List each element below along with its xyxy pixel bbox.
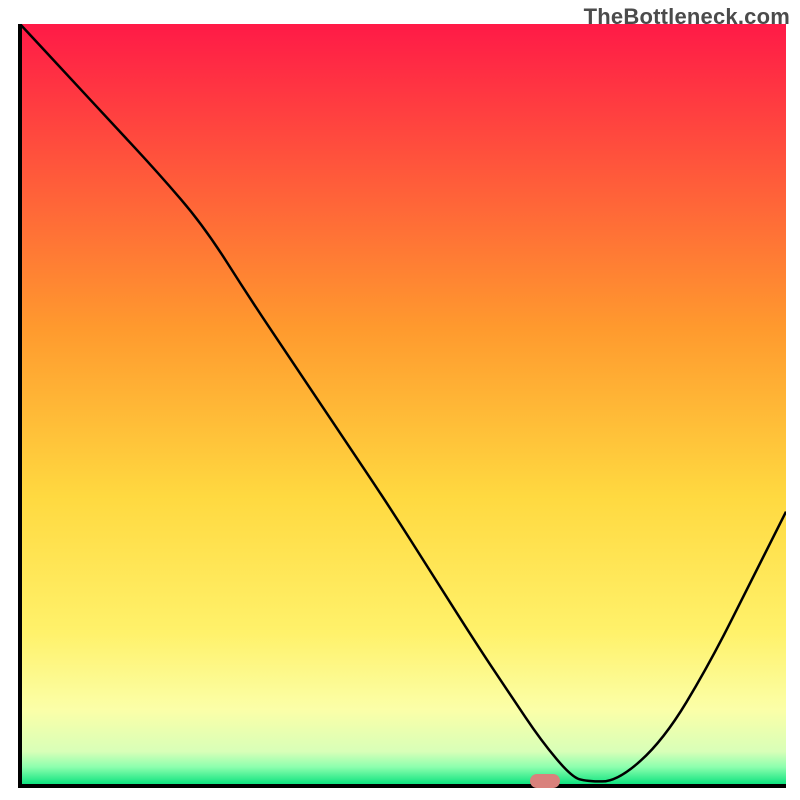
gradient-background — [20, 24, 786, 786]
chart-container: TheBottleneck.com — [0, 0, 800, 800]
bottleneck-plot — [0, 0, 800, 800]
optimal-point-marker — [530, 774, 560, 788]
watermark-text: TheBottleneck.com — [584, 4, 790, 30]
